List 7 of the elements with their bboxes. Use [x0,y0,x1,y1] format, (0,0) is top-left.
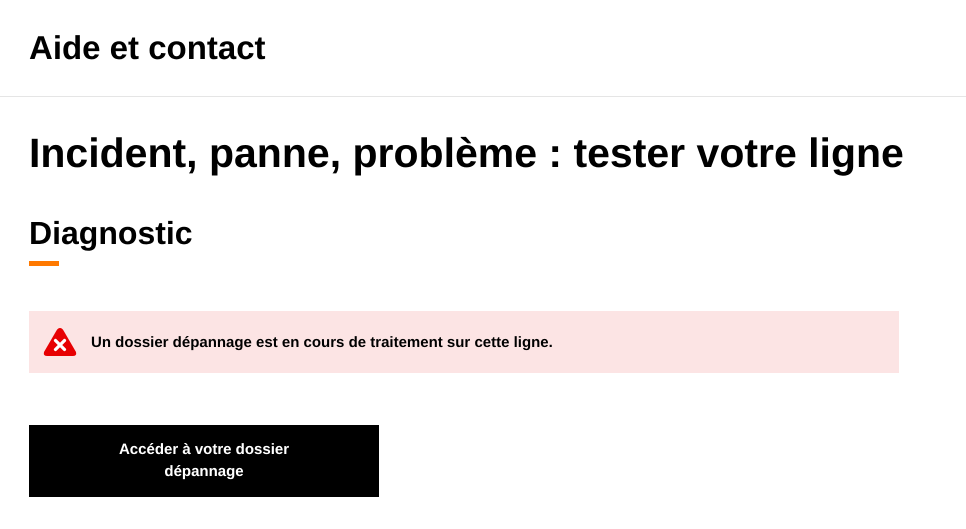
open-case-button[interactable]: Accéder à votre dossier dépannage [29,425,379,497]
page-title: Incident, panne, problème : tester votre ligne [29,129,905,178]
title-underline [29,261,59,266]
header-title: Aide et contact [29,29,266,67]
section-title: Diagnostic [29,214,194,253]
warning-cross-icon [43,327,77,357]
alert-message: Un dossier dépannage est en cours de traitement sur cette ligne. [91,334,553,350]
